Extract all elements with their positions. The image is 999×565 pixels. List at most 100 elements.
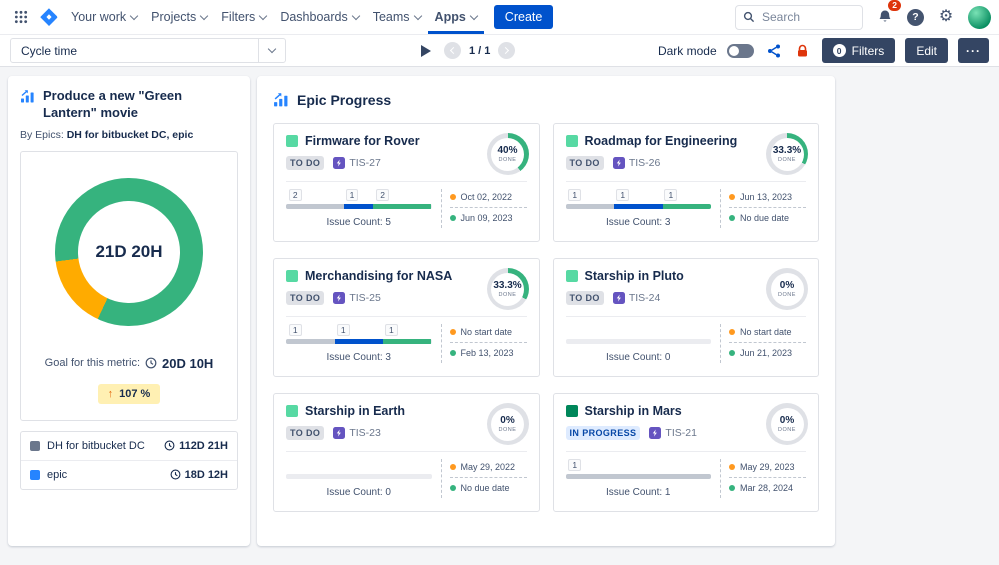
filters-button-label: Filters	[851, 43, 885, 58]
legend-row[interactable]: epic 18D 12H	[21, 459, 237, 489]
dark-mode-toggle[interactable]	[726, 43, 754, 58]
epic-name[interactable]: Firmware for Rover	[305, 134, 420, 148]
epic-name[interactable]: Roadmap for Engineering	[585, 134, 738, 148]
pager: 1 / 1	[444, 42, 516, 59]
epic-progress-icon	[273, 92, 290, 109]
clock-icon	[145, 357, 157, 369]
epic-name[interactable]: Starship in Pluto	[585, 269, 684, 283]
epic-color-icon	[565, 135, 578, 148]
edit-button[interactable]: Edit	[905, 38, 948, 63]
progress-bar-area: 2 1 2 Issue Count: 5	[286, 189, 441, 228]
due-date-row: Jun 09, 2023	[449, 210, 527, 228]
issue-key-label: TIS-21	[665, 427, 697, 440]
start-date-dot	[449, 194, 456, 201]
cycle-time-panel: Produce a new "Green Lantern" movie By E…	[8, 76, 250, 546]
epic-grid: 40% DONE Firmware for Rover TO DO TIS-27 2 1 2 I…	[273, 123, 819, 513]
progress-done-label: DONE	[778, 292, 796, 299]
date-column: May 29, 2023 Mar 28, 2024	[720, 459, 806, 499]
due-date-row: Feb 13, 2023	[449, 345, 527, 363]
nav-item-apps[interactable]: Apps	[428, 0, 484, 34]
epic-color-icon	[565, 270, 578, 283]
bell-icon	[877, 9, 893, 25]
nav-item-dashboards[interactable]: Dashboards	[273, 0, 365, 34]
issue-key[interactable]: TIS-27	[333, 157, 381, 170]
start-date-dot	[729, 194, 735, 201]
progress-donut: 0% DONE	[766, 268, 808, 311]
due-date: No due date	[740, 213, 790, 224]
start-date: May 29, 2023	[740, 462, 795, 473]
app-switcher-icon[interactable]	[8, 4, 34, 30]
metric-chart-icon	[20, 89, 36, 105]
epic-name[interactable]: Merchandising for NASA	[305, 269, 452, 283]
nav-item-filters[interactable]: Filters	[214, 0, 273, 34]
next-page-button[interactable]	[498, 42, 516, 59]
issue-key[interactable]: TIS-23	[333, 427, 381, 440]
play-button[interactable]	[421, 44, 431, 57]
due-date: No due date	[460, 483, 510, 494]
progress-segment-todo	[286, 204, 345, 210]
dashboard-toolbar: Cycle time 1 / 1 Dark mode 0 Filters Edi…	[0, 35, 999, 67]
issue-count: Issue Count: 1	[606, 487, 671, 499]
epic-color-icon	[286, 405, 298, 418]
epic-progress-title: Epic Progress	[297, 92, 392, 108]
prev-page-button[interactable]	[444, 42, 461, 59]
chevron-down-icon	[259, 11, 268, 20]
nav-item-your-work[interactable]: Your work	[64, 0, 144, 34]
epic-name[interactable]: Starship in Earth	[305, 404, 405, 418]
issue-count: Issue Count: 0	[606, 352, 671, 364]
legend-label: epic	[47, 468, 68, 481]
jira-logo-icon[interactable]	[36, 4, 62, 30]
progress-donut-label: 40% DONE	[491, 137, 524, 171]
legend-value: 18D 12H	[170, 469, 228, 481]
issue-key[interactable]: TIS-25	[333, 292, 381, 305]
due-date-dot	[449, 215, 456, 222]
metric-select[interactable]: Cycle time	[10, 38, 286, 63]
epic-card: 40% DONE Firmware for Rover TO DO TIS-27 2 1 2 I…	[273, 123, 540, 243]
more-options-button[interactable]: ···	[958, 38, 989, 63]
metric-panel-subtitle: By Epics: DH for bitbucket DC, epic	[20, 129, 238, 141]
page-indicator: 1 / 1	[469, 44, 491, 57]
filters-button[interactable]: 0 Filters	[821, 38, 896, 63]
chevron-down-icon	[129, 11, 139, 20]
lock-icon[interactable]	[794, 38, 812, 64]
cycle-time-donut: 21D 20H	[55, 177, 203, 326]
progress-percent: 0%	[779, 280, 795, 292]
issue-count: Issue Count: 5	[326, 217, 391, 229]
start-date: No start date	[740, 327, 792, 338]
share-icon[interactable]	[764, 38, 784, 64]
search-box[interactable]	[735, 4, 863, 30]
epic-name[interactable]: Starship in Mars	[585, 404, 682, 418]
chevron-down-icon	[200, 11, 209, 20]
notifications-badge: 2	[888, 0, 901, 12]
user-avatar[interactable]	[968, 5, 991, 29]
dark-mode-label: Dark mode	[657, 43, 717, 58]
notifications-button[interactable]: 2	[872, 0, 901, 30]
count-chip: 1	[664, 189, 678, 202]
issue-key[interactable]: TIS-21	[649, 427, 697, 440]
legend-swatch	[30, 469, 40, 480]
nav-item-teams[interactable]: Teams	[366, 0, 428, 34]
count-chip: 1	[616, 189, 630, 202]
arrow-up-icon	[108, 388, 114, 400]
issue-key[interactable]: TIS-26	[612, 157, 660, 170]
settings-gear-icon[interactable]	[933, 4, 959, 30]
progress-percent: 0%	[779, 415, 795, 427]
search-input[interactable]	[760, 9, 855, 25]
progress-done-label: DONE	[778, 157, 796, 164]
progress-segment-todo	[286, 339, 335, 345]
date-column: No start date Jun 21, 2023	[720, 324, 806, 364]
count-chips: 1 1 1	[286, 324, 432, 339]
chevron-down-icon	[469, 11, 479, 20]
start-date: No start date	[460, 327, 513, 338]
help-button[interactable]: ?	[907, 8, 924, 26]
legend-row[interactable]: DH for bitbucket DC 112D 21H	[21, 432, 237, 460]
count-chips: 1	[566, 459, 712, 474]
create-button[interactable]: Create	[493, 5, 554, 29]
count-chip: 1	[568, 189, 582, 202]
nav-item-projects[interactable]: Projects	[144, 0, 214, 34]
status-badge: IN PROGRESS	[565, 426, 641, 441]
issue-key[interactable]: TIS-24	[612, 292, 660, 305]
due-date-dot	[449, 350, 456, 357]
epic-color-icon	[286, 270, 298, 283]
progress-donut: 33.3% DONE	[486, 268, 529, 311]
